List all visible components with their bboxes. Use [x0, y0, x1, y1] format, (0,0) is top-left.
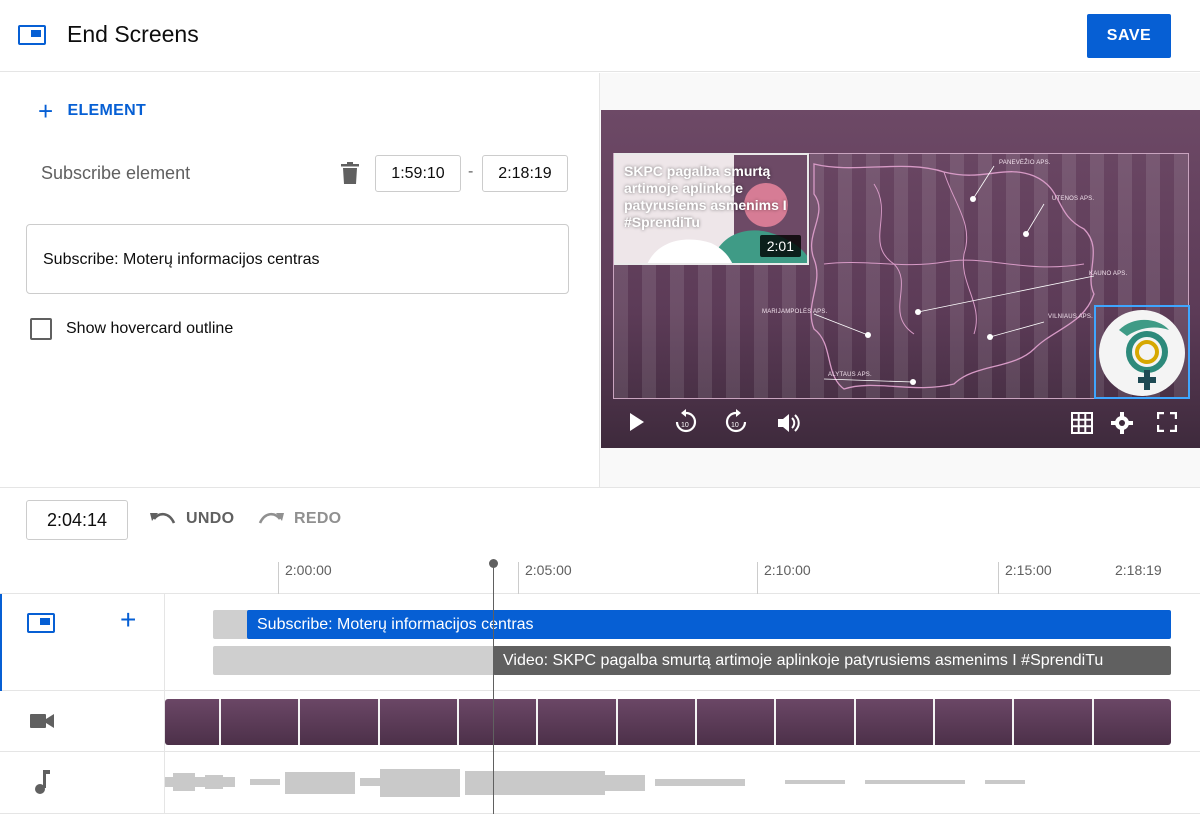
time-ruler[interactable]: 2:00:00 2:05:00 2:10:00 2:15:00 2:18:19	[0, 558, 1200, 594]
player-controls: 10 10	[601, 400, 1200, 448]
timeline-panel: 2:04:14 UNDO REDO 2:00:00 2:05:00 2:10:0…	[0, 487, 1200, 835]
track-header: +	[0, 594, 165, 691]
channel-logo-icon	[1099, 310, 1185, 396]
map-label: VILNIAUS APS.	[1048, 314, 1093, 320]
end-screen-icon	[27, 613, 55, 633]
hovercard-option[interactable]: Show hovercard outline	[30, 318, 233, 340]
film-frame	[538, 699, 618, 745]
film-frame	[935, 699, 1015, 745]
playhead[interactable]	[489, 559, 498, 814]
current-time-input[interactable]: 2:04:14	[26, 500, 128, 540]
undo-button[interactable]: UNDO	[150, 510, 234, 528]
subscribe-element-box[interactable]	[1094, 305, 1190, 399]
header-bar: End Screens SAVE	[0, 0, 1200, 72]
map-dot	[910, 379, 916, 385]
undo-label: UNDO	[186, 510, 235, 527]
film-frame	[855, 699, 936, 745]
film-frame	[617, 699, 698, 745]
trash-icon[interactable]	[341, 162, 359, 184]
map-dot	[915, 309, 921, 315]
video-element-card[interactable]: SKPC pagalba smurtą artimoje aplinkoje p…	[614, 153, 809, 265]
add-element-label: ELEMENT	[67, 102, 147, 119]
volume-icon[interactable]	[777, 412, 801, 434]
element-card[interactable]: Subscribe: Moterų informacijos centras	[26, 224, 569, 294]
video-card-duration: 2:01	[759, 235, 801, 257]
video-track-row	[0, 691, 1200, 752]
film-frame	[776, 699, 856, 745]
hovercard-checkbox[interactable]	[30, 318, 52, 340]
map-label: ALYTAUS APS.	[828, 372, 872, 378]
redo-label: REDO	[294, 510, 342, 527]
map-dot	[1023, 231, 1029, 237]
map-label: MARIJAMPOLĖS APS.	[762, 309, 828, 315]
fullscreen-icon[interactable]	[1157, 412, 1177, 432]
video-preview-panel: PANEVĖŽIO APS. UTENOS APS. KAUNO APS. MA…	[599, 73, 1200, 487]
film-frame	[165, 699, 222, 745]
start-time-input[interactable]: 1:59:10	[375, 155, 461, 192]
film-frame	[697, 699, 777, 745]
film-frame	[221, 699, 301, 745]
music-note-icon	[35, 770, 50, 794]
element-name: Subscribe element	[41, 163, 191, 183]
film-frame	[300, 699, 380, 745]
venus-icon	[1119, 319, 1169, 390]
forward-10-icon[interactable]: 10	[724, 409, 748, 435]
play-icon[interactable]	[629, 412, 645, 432]
film-frame	[1014, 699, 1094, 745]
redo-icon	[258, 512, 284, 524]
save-button[interactable]: SAVE	[1087, 14, 1171, 58]
svg-text:10: 10	[731, 422, 739, 429]
time-separator: -	[468, 163, 474, 180]
ruler-tick: 2:15:00	[998, 562, 1052, 594]
audio-waveform	[165, 769, 1025, 797]
film-frame	[459, 699, 539, 745]
map-label: PANEVĖŽIO APS.	[999, 160, 1051, 166]
video-player[interactable]: PANEVĖŽIO APS. UTENOS APS. KAUNO APS. MA…	[601, 110, 1200, 448]
end-screen-track-row: + Subscribe: Moterų informacijos centras…	[0, 594, 1200, 691]
page-title: End Screens	[67, 21, 199, 47]
track-header	[0, 752, 165, 814]
subscribe-track-bar[interactable]: Subscribe: Moterų informacijos centras	[247, 610, 1171, 639]
settings-icon[interactable]	[1111, 412, 1133, 434]
video-filmstrip[interactable]	[165, 699, 1171, 745]
hovercard-label: Show hovercard outline	[66, 320, 234, 337]
audio-track-row	[0, 752, 1200, 814]
map-label: UTENOS APS.	[1052, 196, 1095, 202]
add-element-button[interactable]: + ELEMENT	[38, 96, 147, 126]
map-dot	[987, 334, 993, 340]
video-card-title: SKPC pagalba smurtą artimoje aplinkoje p…	[624, 163, 787, 230]
video-track-lead	[213, 646, 497, 675]
add-element-plus-icon[interactable]: +	[120, 606, 136, 634]
film-frame	[379, 699, 460, 745]
map-label: KAUNO APS.	[1089, 271, 1128, 277]
end-screen-icon	[18, 25, 46, 45]
replay-10-icon[interactable]: 10	[674, 409, 698, 435]
ruler-tick: 2:00:00	[278, 562, 332, 594]
track-header	[0, 691, 165, 752]
video-track-bar[interactable]: Video: SKPC pagalba smurtą artimoje apli…	[493, 646, 1171, 675]
film-frame	[1093, 699, 1171, 745]
redo-button[interactable]: REDO	[258, 510, 341, 528]
ruler-tick: 2:10:00	[757, 562, 811, 594]
end-time-input[interactable]: 2:18:19	[482, 155, 568, 192]
map-dot	[970, 196, 976, 202]
plus-icon: +	[38, 96, 54, 126]
video-camera-icon	[30, 714, 54, 728]
grid-icon[interactable]	[1071, 412, 1093, 434]
ruler-end-tick: 2:18:19	[1115, 562, 1162, 578]
undo-icon	[150, 512, 176, 524]
map-dot	[865, 332, 871, 338]
ruler-tick: 2:05:00	[518, 562, 572, 594]
svg-text:10: 10	[681, 422, 689, 429]
element-editor-panel: + ELEMENT Subscribe element 1:59:10 - 2:…	[0, 73, 598, 487]
